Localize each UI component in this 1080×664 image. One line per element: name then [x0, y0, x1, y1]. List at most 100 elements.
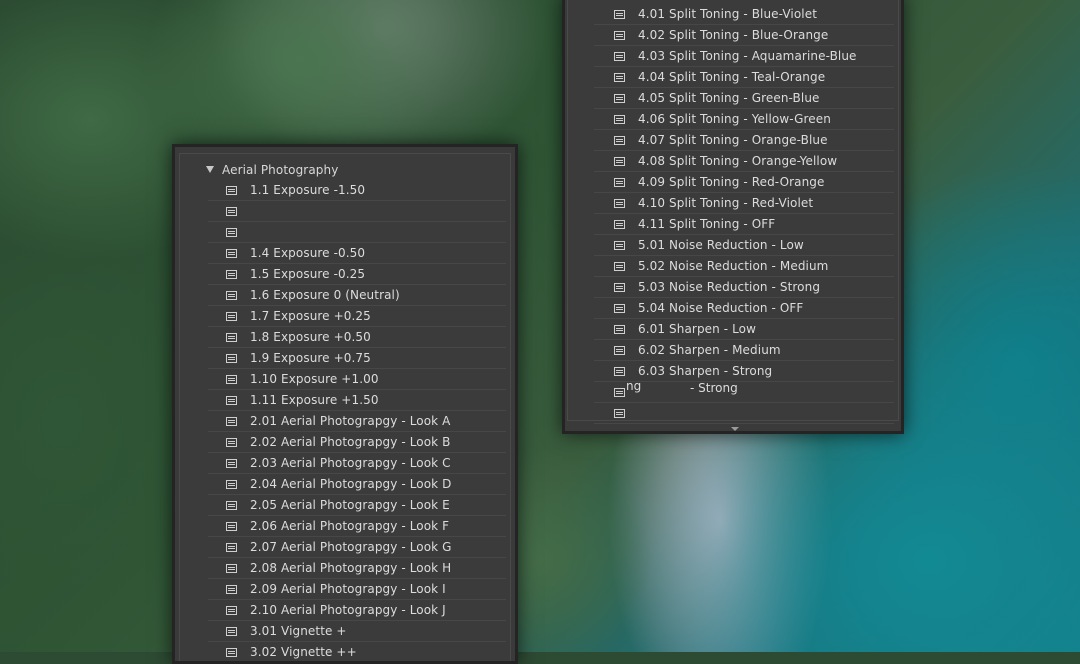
- disclosure-triangle-icon[interactable]: [206, 166, 214, 173]
- presets-panel-right: 4.01 Split Toning - Blue-Violet 4.02 Spli…: [562, 0, 904, 434]
- preset-label: 2.07 Aerial Photograpgy - Look G: [250, 540, 452, 554]
- preset-icon: [226, 185, 237, 195]
- preset-list: Aerial Photography 1.1 Exposure -1.50 1.4…: [179, 153, 511, 661]
- preset-item[interactable]: 2.02 Aerial Photograpgy - Look B: [208, 432, 506, 453]
- preset-icon: [614, 156, 625, 166]
- preset-icon: [614, 282, 625, 292]
- preset-label: 3.01 Vignette +: [250, 624, 347, 638]
- preset-item[interactable]: [208, 222, 506, 243]
- preset-icon: [614, 366, 625, 376]
- preset-icon: [226, 332, 237, 342]
- preset-icon: [226, 311, 237, 321]
- preset-item[interactable]: 2.08 Aerial Photograpgy - Look H: [208, 558, 506, 579]
- preset-item[interactable]: 4.01 Split Toning - Blue-Violet: [594, 4, 894, 25]
- preset-item[interactable]: 5.02 Noise Reduction - Medium: [594, 256, 894, 277]
- preset-label: 1.11 Exposure +1.50: [250, 393, 379, 407]
- preset-label: 4.06 Split Toning - Yellow-Green: [638, 112, 831, 126]
- preset-icon: [226, 647, 237, 657]
- preset-label: 2.02 Aerial Photograpgy - Look B: [250, 435, 451, 449]
- preset-item[interactable]: 4.11 Split Toning - OFF: [594, 214, 894, 235]
- preset-icon: [614, 408, 625, 418]
- preset-icon: [614, 219, 625, 229]
- folder-name: Aerial Photography: [222, 162, 339, 177]
- preset-label: 2.09 Aerial Photograpgy - Look I: [250, 582, 446, 596]
- preset-item[interactable]: 5.04 Noise Reduction - OFF: [594, 298, 894, 319]
- preset-label: 4.07 Split Toning - Orange-Blue: [638, 133, 828, 147]
- preset-item[interactable]: 2.04 Aerial Photograpgy - Look D: [208, 474, 506, 495]
- preset-icon: [226, 353, 237, 363]
- preset-icon: [226, 605, 237, 615]
- preset-icon: [614, 324, 625, 334]
- preset-icon: [614, 114, 625, 124]
- preset-icon: [614, 72, 625, 82]
- preset-label: 4.10 Split Toning - Red-Violet: [638, 196, 814, 210]
- preset-item[interactable]: 2.07 Aerial Photograpgy - Look G: [208, 537, 506, 558]
- preset-label: 4.04 Split Toning - Teal-Orange: [638, 70, 826, 84]
- preset-list: 4.01 Split Toning - Blue-Violet 4.02 Spli…: [567, 0, 899, 424]
- preset-item[interactable]: 1.4 Exposure -0.50: [208, 243, 506, 264]
- preset-item[interactable]: 1.6 Exposure 0 (Neutral): [208, 285, 506, 306]
- preset-label: 4.01 Split Toning - Blue-Violet: [638, 7, 818, 21]
- preset-item[interactable]: 2.06 Aerial Photograpgy - Look F: [208, 516, 506, 537]
- preset-label: 2.06 Aerial Photograpgy - Look F: [250, 519, 450, 533]
- preset-label: 5.03 Noise Reduction - Strong: [638, 280, 821, 294]
- preset-item[interactable]: 2.05 Aerial Photograpgy - Look E: [208, 495, 506, 516]
- preset-label: 1.10 Exposure +1.00: [250, 372, 379, 386]
- preset-label: 1.4 Exposure -0.50: [250, 246, 366, 260]
- preset-item[interactable]: 4.03 Split Toning - Aquamarine-Blue: [594, 46, 894, 67]
- preset-item[interactable]: 1.8 Exposure +0.50: [208, 327, 506, 348]
- preset-item[interactable]: 1.11 Exposure +1.50: [208, 390, 506, 411]
- preset-item[interactable]: 6.01 Sharpen - Low: [594, 319, 894, 340]
- preset-item[interactable]: 3.01 Vignette +: [208, 621, 506, 642]
- preset-icon: [614, 387, 625, 397]
- preset-label: 1.1 Exposure -1.50: [250, 183, 366, 197]
- preset-item[interactable]: 5.01 Noise Reduction - Low: [594, 235, 894, 256]
- preset-label: 2.05 Aerial Photograpgy - Look E: [250, 498, 450, 512]
- preset-item[interactable]: 2.10 Aerial Photograpgy - Look J: [208, 600, 506, 621]
- preset-item[interactable]: 4.07 Split Toning - Orange-Blue: [594, 130, 894, 151]
- preset-label: 5.02 Noise Reduction - Medium: [638, 259, 829, 273]
- preset-label: 4.05 Split Toning - Green-Blue: [638, 91, 820, 105]
- preset-item[interactable]: 2.09 Aerial Photograpgy - Look I: [208, 579, 506, 600]
- preset-icon: [614, 51, 625, 61]
- preset-item[interactable]: 1.10 Exposure +1.00: [208, 369, 506, 390]
- scroll-down-arrow-icon[interactable]: [731, 427, 739, 431]
- preset-label: 2.10 Aerial Photograpgy - Look J: [250, 603, 446, 617]
- preset-icon: [226, 458, 237, 468]
- preset-item[interactable]: 2.03 Aerial Photograpgy - Look C: [208, 453, 506, 474]
- preset-label: 1.6 Exposure 0 (Neutral): [250, 288, 400, 302]
- preset-item[interactable]: 3.02 Vignette ++: [208, 642, 506, 661]
- preset-item[interactable]: 4.04 Split Toning - Teal-Orange: [594, 67, 894, 88]
- preset-item[interactable]: 4.05 Split Toning - Green-Blue: [594, 88, 894, 109]
- preset-item[interactable]: 1.9 Exposure +0.75: [208, 348, 506, 369]
- preset-item[interactable]: 4.10 Split Toning - Red-Violet: [594, 193, 894, 214]
- preset-icon: [226, 563, 237, 573]
- preset-item[interactable]: 4.02 Split Toning - Blue-Orange: [594, 25, 894, 46]
- preset-item[interactable]: 1.5 Exposure -0.25: [208, 264, 506, 285]
- preset-item[interactable]: 6.02 Sharpen - Medium: [594, 340, 894, 361]
- preset-item[interactable]: 4.09 Split Toning - Red-Orange: [594, 172, 894, 193]
- preset-item[interactable]: 1.7 Exposure +0.25: [208, 306, 506, 327]
- preset-icon: [226, 290, 237, 300]
- preset-item[interactable]: 4.06 Split Toning - Yellow-Green: [594, 109, 894, 130]
- preset-icon: [226, 521, 237, 531]
- preset-folder[interactable]: Aerial Photography: [180, 159, 510, 180]
- preset-label: 6.03 Sharpen - Strong: [638, 364, 773, 378]
- preset-item[interactable]: 5.03 Noise Reduction - Strong: [594, 277, 894, 298]
- preset-label: 6.01 Sharpen - Low: [638, 322, 757, 336]
- preset-label: 4.09 Split Toning - Red-Orange: [638, 175, 825, 189]
- preset-icon: [226, 626, 237, 636]
- preset-label: 2.03 Aerial Photograpgy - Look C: [250, 456, 451, 470]
- preset-icon: [614, 240, 625, 250]
- preset-icon: [614, 30, 625, 40]
- preset-item[interactable]: [594, 403, 894, 424]
- preset-item[interactable]: [208, 201, 506, 222]
- preset-item[interactable]: 2.01 Aerial Photograpgy - Look A: [208, 411, 506, 432]
- preset-item[interactable]: 4.08 Split Toning - Orange-Yellow: [594, 151, 894, 172]
- preset-label: 4.02 Split Toning - Blue-Orange: [638, 28, 829, 42]
- preset-label: 2.08 Aerial Photograpgy - Look H: [250, 561, 452, 575]
- overlapping-label: - Strong: [690, 381, 738, 395]
- preset-label: 6.02 Sharpen - Medium: [638, 343, 781, 357]
- preset-item[interactable]: 1.1 Exposure -1.50: [208, 180, 506, 201]
- preset-label: 1.8 Exposure +0.50: [250, 330, 371, 344]
